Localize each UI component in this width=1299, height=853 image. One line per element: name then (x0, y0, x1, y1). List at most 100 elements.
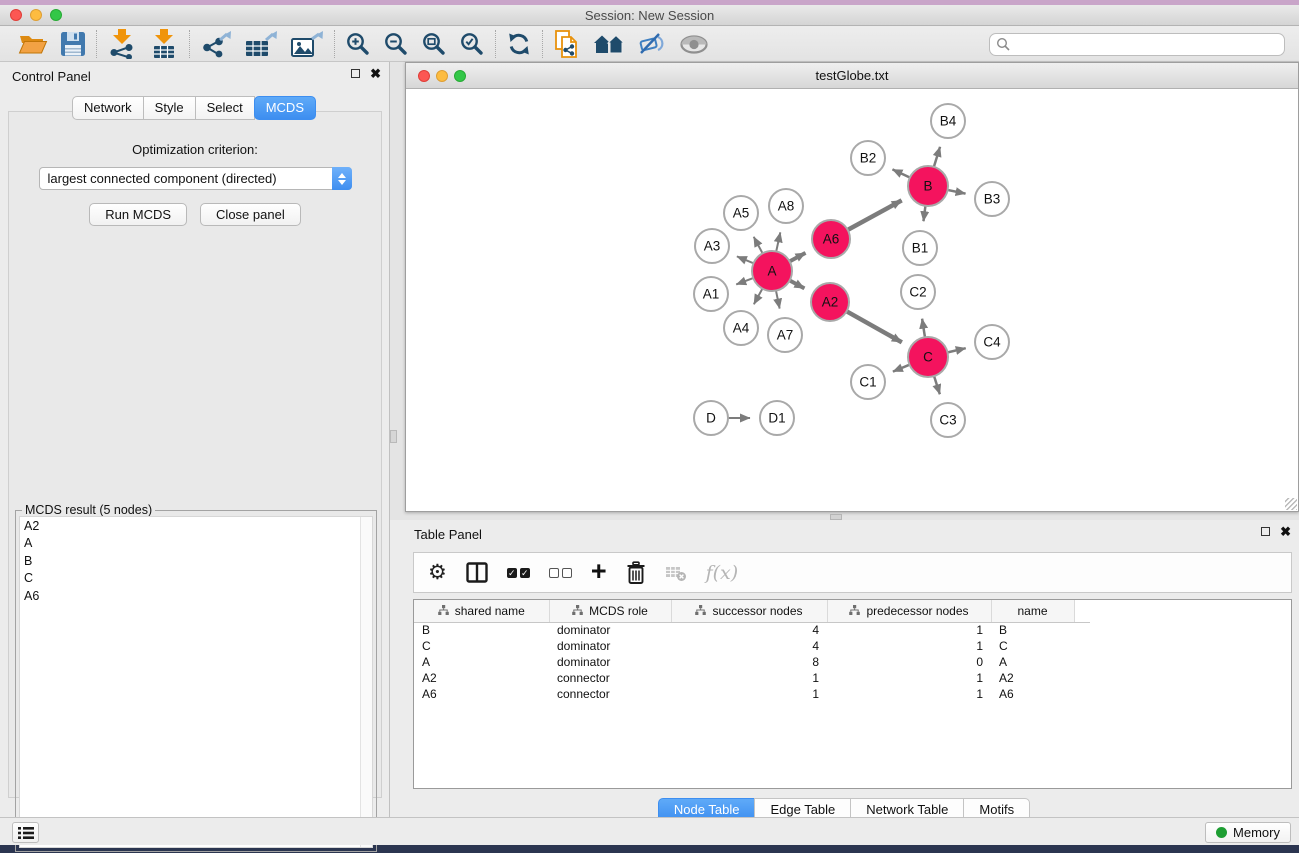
minimize-window-button[interactable] (30, 9, 42, 21)
graph-edge-A-A6[interactable] (788, 253, 806, 263)
mcds-result-item[interactable]: A2 (20, 517, 372, 535)
mcds-result-item[interactable]: C (20, 570, 372, 588)
float-panel-icon[interactable] (351, 69, 360, 78)
graph-edge-A-A8[interactable] (776, 232, 781, 253)
function-builder-icon[interactable]: f(x) (706, 562, 739, 584)
table-cell: 0 (827, 654, 991, 670)
refresh-icon[interactable] (506, 31, 532, 57)
column-type-icon (849, 605, 860, 616)
tab-style[interactable]: Style (143, 96, 196, 120)
memory-button[interactable]: Memory (1205, 822, 1291, 843)
graph-edge-C-C2[interactable] (922, 319, 925, 340)
panel-divider-handle[interactable] (390, 430, 397, 443)
tab-mcds[interactable]: MCDS (254, 96, 316, 120)
task-history-button[interactable] (12, 822, 39, 843)
zoom-fit-icon[interactable] (421, 31, 447, 57)
add-column-icon[interactable]: + (591, 561, 607, 581)
column-type-icon (438, 605, 449, 616)
import-table-icon[interactable] (149, 29, 179, 59)
graph-edge-B-B2[interactable] (892, 169, 911, 178)
table-row[interactable]: Adominator80A (414, 654, 1090, 670)
hide-labels-icon[interactable] (637, 32, 667, 56)
run-mcds-button[interactable]: Run MCDS (89, 203, 187, 226)
graph-edge-B-B4[interactable] (933, 147, 940, 169)
table-settings-gear-icon[interactable]: ⚙ (428, 563, 447, 583)
table-cell: A (414, 654, 549, 670)
main-toolbar (0, 27, 1299, 62)
delete-column-trash-icon[interactable] (626, 561, 646, 585)
zoom-selected-icon[interactable] (459, 31, 485, 57)
open-file-icon[interactable] (18, 32, 48, 57)
graph-node-label-C: C (923, 350, 933, 365)
network-close-button[interactable] (418, 70, 430, 82)
delete-table-icon[interactable] (665, 564, 687, 582)
close-table-panel-icon[interactable]: ✖ (1280, 527, 1291, 536)
result-list-scrollbar[interactable] (360, 517, 372, 847)
deselect-all-icon[interactable] (549, 568, 572, 578)
window-resize-grip[interactable] (1285, 498, 1297, 510)
close-panel-icon[interactable]: ✖ (370, 69, 381, 78)
export-image-icon[interactable] (290, 30, 324, 58)
select-all-icon[interactable]: ✓✓ (507, 568, 530, 578)
column-header[interactable]: predecessor nodes (827, 600, 991, 622)
zoom-window-button[interactable] (50, 9, 62, 21)
mcds-result-list[interactable]: A2ABCA6 (19, 516, 373, 848)
zoom-in-icon[interactable] (345, 31, 371, 57)
graph-edge-A2-C[interactable] (845, 310, 902, 342)
search-field[interactable] (989, 33, 1285, 56)
table-row[interactable]: Bdominator41B (414, 622, 1090, 638)
graph-edge-C-C3[interactable] (933, 374, 939, 394)
graph-edge-A6-B[interactable] (846, 200, 902, 230)
graph-edge-C-C4[interactable] (946, 348, 966, 353)
criterion-dropdown[interactable]: largest connected component (directed) (39, 167, 352, 190)
table-cell: A6 (414, 686, 549, 702)
table-cell: 1 (827, 686, 991, 702)
mcds-result-item[interactable]: B (20, 552, 372, 570)
table-cell: B (414, 622, 549, 638)
search-input[interactable] (1010, 37, 1278, 51)
table-row[interactable]: A2connector11A2 (414, 670, 1090, 686)
network-zoom-button[interactable] (454, 70, 466, 82)
mcds-result-item[interactable]: A (20, 535, 372, 553)
mcds-result-title: MCDS result (5 nodes) (22, 503, 155, 517)
column-layout-icon[interactable] (466, 562, 488, 583)
column-header[interactable]: MCDS role (549, 600, 671, 622)
column-header[interactable]: shared name (414, 600, 549, 622)
graph-node-label-A2: A2 (822, 295, 839, 310)
zoom-out-icon[interactable] (383, 31, 409, 57)
column-header[interactable]: name (991, 600, 1074, 622)
graph-edge-A-A5[interactable] (754, 237, 764, 255)
column-header[interactable]: successor nodes (671, 600, 827, 622)
clone-network-icon[interactable] (553, 29, 581, 59)
graph-node-label-C2: C2 (909, 285, 926, 300)
toggle-view-eye-icon[interactable] (679, 35, 709, 54)
memory-status-icon (1216, 827, 1227, 838)
close-panel-button[interactable]: Close panel (200, 203, 301, 226)
export-network-icon[interactable] (200, 30, 232, 58)
table-cell: 4 (671, 622, 827, 638)
tab-network[interactable]: Network (72, 96, 144, 120)
mcds-result-group: MCDS result (5 nodes) A2ABCA6 (15, 510, 377, 852)
import-network-icon[interactable] (107, 29, 137, 59)
cytoscape-window: Session: New Session (0, 5, 1299, 845)
graph-edge-A-A7[interactable] (776, 289, 780, 309)
graph-edge-B-B3[interactable] (946, 190, 966, 194)
close-window-button[interactable] (10, 9, 22, 21)
table-row[interactable]: A6connector11A6 (414, 686, 1090, 702)
mcds-result-item[interactable]: A6 (20, 587, 372, 605)
table-row[interactable]: Cdominator41C (414, 638, 1090, 654)
header-filler (1074, 600, 1090, 622)
graph-node-label-A3: A3 (704, 239, 721, 254)
home-layout-icon[interactable] (593, 33, 625, 55)
float-table-panel-icon[interactable] (1261, 527, 1270, 536)
save-session-icon[interactable] (60, 31, 86, 57)
graph-node-label-B: B (923, 179, 932, 194)
network-graph[interactable]: B4B2BB3A8A5A6A3B1AA1C2A2A4A7C4CC1C3DD1 (406, 89, 1298, 511)
export-table-icon[interactable] (244, 30, 278, 58)
tab-select[interactable]: Select (195, 96, 255, 120)
graph-edge-A-A1[interactable] (736, 277, 755, 284)
network-canvas[interactable]: B4B2BB3A8A5A6A3B1AA1C2A2A4A7C4CC1C3DD1 (406, 89, 1298, 511)
table-cell: 1 (671, 670, 827, 686)
search-icon (996, 37, 1010, 51)
network-minimize-button[interactable] (436, 70, 448, 82)
